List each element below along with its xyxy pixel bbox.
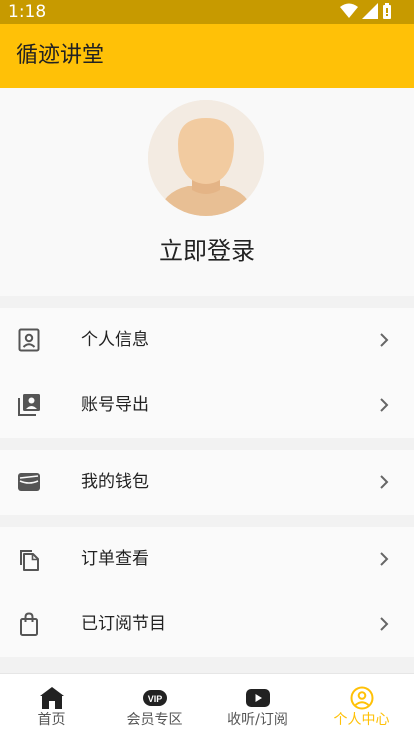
user-circle-icon: [350, 686, 373, 710]
menu-item-label: 已订阅节目: [81, 614, 166, 634]
bottom-nav: 首页 VIP 会员专区 收听/订阅 个人中心: [0, 673, 414, 734]
menu-item-wallet[interactable]: 我的钱包: [0, 450, 414, 515]
shopping-bag-icon: [20, 612, 38, 636]
avatar[interactable]: [148, 100, 264, 216]
chevron-right-icon: [380, 475, 389, 489]
nav-label: 首页: [37, 712, 66, 728]
nav-label: 会员专区: [126, 712, 183, 728]
wifi-icon: [340, 3, 358, 18]
copy-icon: [20, 550, 39, 571]
vip-icon: VIP: [142, 690, 167, 706]
nav-profile[interactable]: 个人中心: [309, 674, 414, 734]
status-time: 1:18: [8, 2, 47, 22]
nav-label: 个人中心: [333, 712, 390, 728]
status-icons: [340, 3, 392, 19]
account-export-icon: [18, 394, 40, 416]
chevron-right-icon: [380, 552, 389, 566]
menu-item-subscribed[interactable]: 已订阅节目: [0, 592, 414, 657]
nav-vip[interactable]: VIP 会员专区: [103, 674, 206, 734]
menu-item-label: 账号导出: [81, 395, 149, 415]
nav-home[interactable]: 首页: [0, 674, 103, 734]
contact-card-icon: [18, 328, 40, 352]
login-button[interactable]: 立即登录: [0, 236, 414, 266]
svg-text:VIP: VIP: [147, 694, 162, 704]
menu-item-orders[interactable]: 订单查看: [0, 527, 414, 592]
menu-group-orders: 订单查看 已订阅节目: [0, 527, 414, 657]
menu-item-profile-info[interactable]: 个人信息: [0, 308, 414, 373]
profile-section: 立即登录: [0, 88, 414, 296]
wallet-icon: [18, 473, 40, 491]
signal-icon: [362, 3, 378, 19]
chevron-right-icon: [380, 398, 389, 412]
battery-icon: [383, 3, 391, 19]
status-bar: 1:18: [0, 0, 414, 24]
chevron-right-icon: [380, 617, 389, 631]
app-title: 循迹讲堂: [16, 43, 105, 68]
nav-label: 收听/订阅: [227, 712, 288, 728]
default-avatar-icon: [148, 100, 264, 216]
menu-item-account-export[interactable]: 账号导出: [0, 373, 414, 438]
app-bar: 循迹讲堂: [0, 24, 414, 88]
menu-item-label: 订单查看: [81, 549, 149, 569]
play-icon: [245, 689, 270, 707]
menu-group-wallet: 我的钱包: [0, 450, 414, 515]
chevron-right-icon: [380, 333, 389, 347]
nav-listen[interactable]: 收听/订阅: [206, 674, 309, 734]
menu-group-account: 个人信息 账号导出: [0, 308, 414, 438]
menu-item-label: 个人信息: [81, 330, 149, 350]
home-icon: [39, 687, 64, 709]
menu-item-label: 我的钱包: [81, 472, 149, 492]
